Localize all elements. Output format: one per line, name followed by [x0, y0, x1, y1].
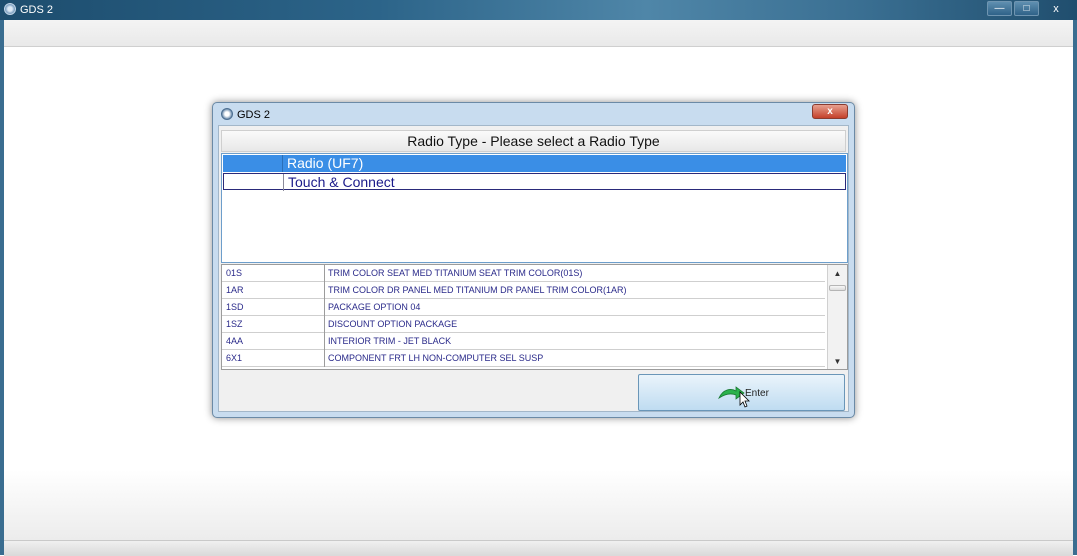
- content-fade: [4, 470, 1073, 540]
- option-code: 1AR: [226, 285, 244, 295]
- scroll-thumb[interactable]: [829, 285, 846, 291]
- option-code: 4AA: [226, 336, 244, 346]
- column-divider: [324, 265, 325, 282]
- window-title: GDS 2: [20, 4, 54, 16]
- radio-option-touch-connect[interactable]: Touch & Connect: [223, 173, 846, 191]
- column-divider: [324, 350, 325, 367]
- dialog-heading: Radio Type - Please select a Radio Type: [221, 130, 846, 152]
- radio-option-label: Touch & Connect: [288, 174, 395, 190]
- column-divider: [324, 299, 325, 316]
- gds-app-icon: [4, 3, 16, 15]
- close-button[interactable]: x: [1041, 1, 1071, 16]
- radio-option-index-cell: [224, 174, 284, 191]
- radio-option-uf7[interactable]: Radio (UF7): [223, 155, 846, 172]
- table-row[interactable]: 6X1 COMPONENT FRT LH NON-COMPUTER SEL SU…: [222, 350, 825, 367]
- table-row[interactable]: 1SD PACKAGE OPTION 04: [222, 299, 825, 316]
- dialog-close-button[interactable]: x: [812, 104, 848, 119]
- window-controls: — □ x: [987, 1, 1071, 16]
- option-description: TRIM COLOR DR PANEL MED TITANIUM DR PANE…: [328, 285, 627, 295]
- option-code: 1SZ: [226, 319, 243, 329]
- dialog-title: GDS 2: [237, 109, 271, 121]
- dialog-body: Radio Type - Please select a Radio Type …: [218, 125, 849, 412]
- table-row[interactable]: 01S TRIM COLOR SEAT MED TITANIUM SEAT TR…: [222, 265, 825, 282]
- table-scrollbar[interactable]: ▲ ▼: [827, 265, 847, 369]
- table-row[interactable]: 1SZ DISCOUNT OPTION PACKAGE: [222, 316, 825, 333]
- window-title-bar: GDS 2 — □ x: [0, 0, 1077, 20]
- toolbar: [4, 20, 1073, 47]
- enter-button[interactable]: Enter: [638, 374, 845, 411]
- option-code: 01S: [226, 268, 243, 278]
- vehicle-options-table: 01S TRIM COLOR SEAT MED TITANIUM SEAT TR…: [221, 264, 848, 370]
- minimize-button[interactable]: —: [987, 1, 1012, 16]
- column-divider: [324, 316, 325, 333]
- option-description: PACKAGE OPTION 04: [328, 302, 421, 312]
- radio-option-label: Radio (UF7): [287, 155, 364, 171]
- option-code: 6X1: [226, 353, 243, 363]
- column-divider: [324, 282, 325, 299]
- radio-type-list: Radio (UF7) Touch & Connect: [221, 153, 848, 263]
- option-code: 1SD: [226, 302, 244, 312]
- option-description: COMPONENT FRT LH NON-COMPUTER SEL SUSP: [328, 353, 544, 363]
- table-row[interactable]: 4AA INTERIOR TRIM - JET BLACK: [222, 333, 825, 350]
- table-row[interactable]: 1AR TRIM COLOR DR PANEL MED TITANIUM DR …: [222, 282, 825, 299]
- option-description: DISCOUNT OPTION PACKAGE: [328, 319, 458, 329]
- mouse-cursor-icon: [739, 391, 750, 408]
- dialog-title-bar: GDS 2 x: [213, 103, 854, 125]
- option-description: INTERIOR TRIM - JET BLACK: [328, 336, 452, 346]
- scroll-up-arrow-icon[interactable]: ▲: [828, 265, 847, 281]
- bottom-bar: [4, 540, 1073, 556]
- radio-type-dialog: GDS 2 x Radio Type - Please select a Rad…: [212, 102, 855, 418]
- option-description: TRIM COLOR SEAT MED TITANIUM SEAT TRIM C…: [328, 268, 583, 278]
- maximize-button[interactable]: □: [1014, 1, 1039, 16]
- column-divider: [324, 333, 325, 350]
- gds-dialog-icon: [221, 108, 233, 120]
- window-frame-right: [1073, 20, 1077, 555]
- radio-option-index-cell: [223, 155, 283, 172]
- scroll-down-arrow-icon[interactable]: ▼: [828, 353, 847, 369]
